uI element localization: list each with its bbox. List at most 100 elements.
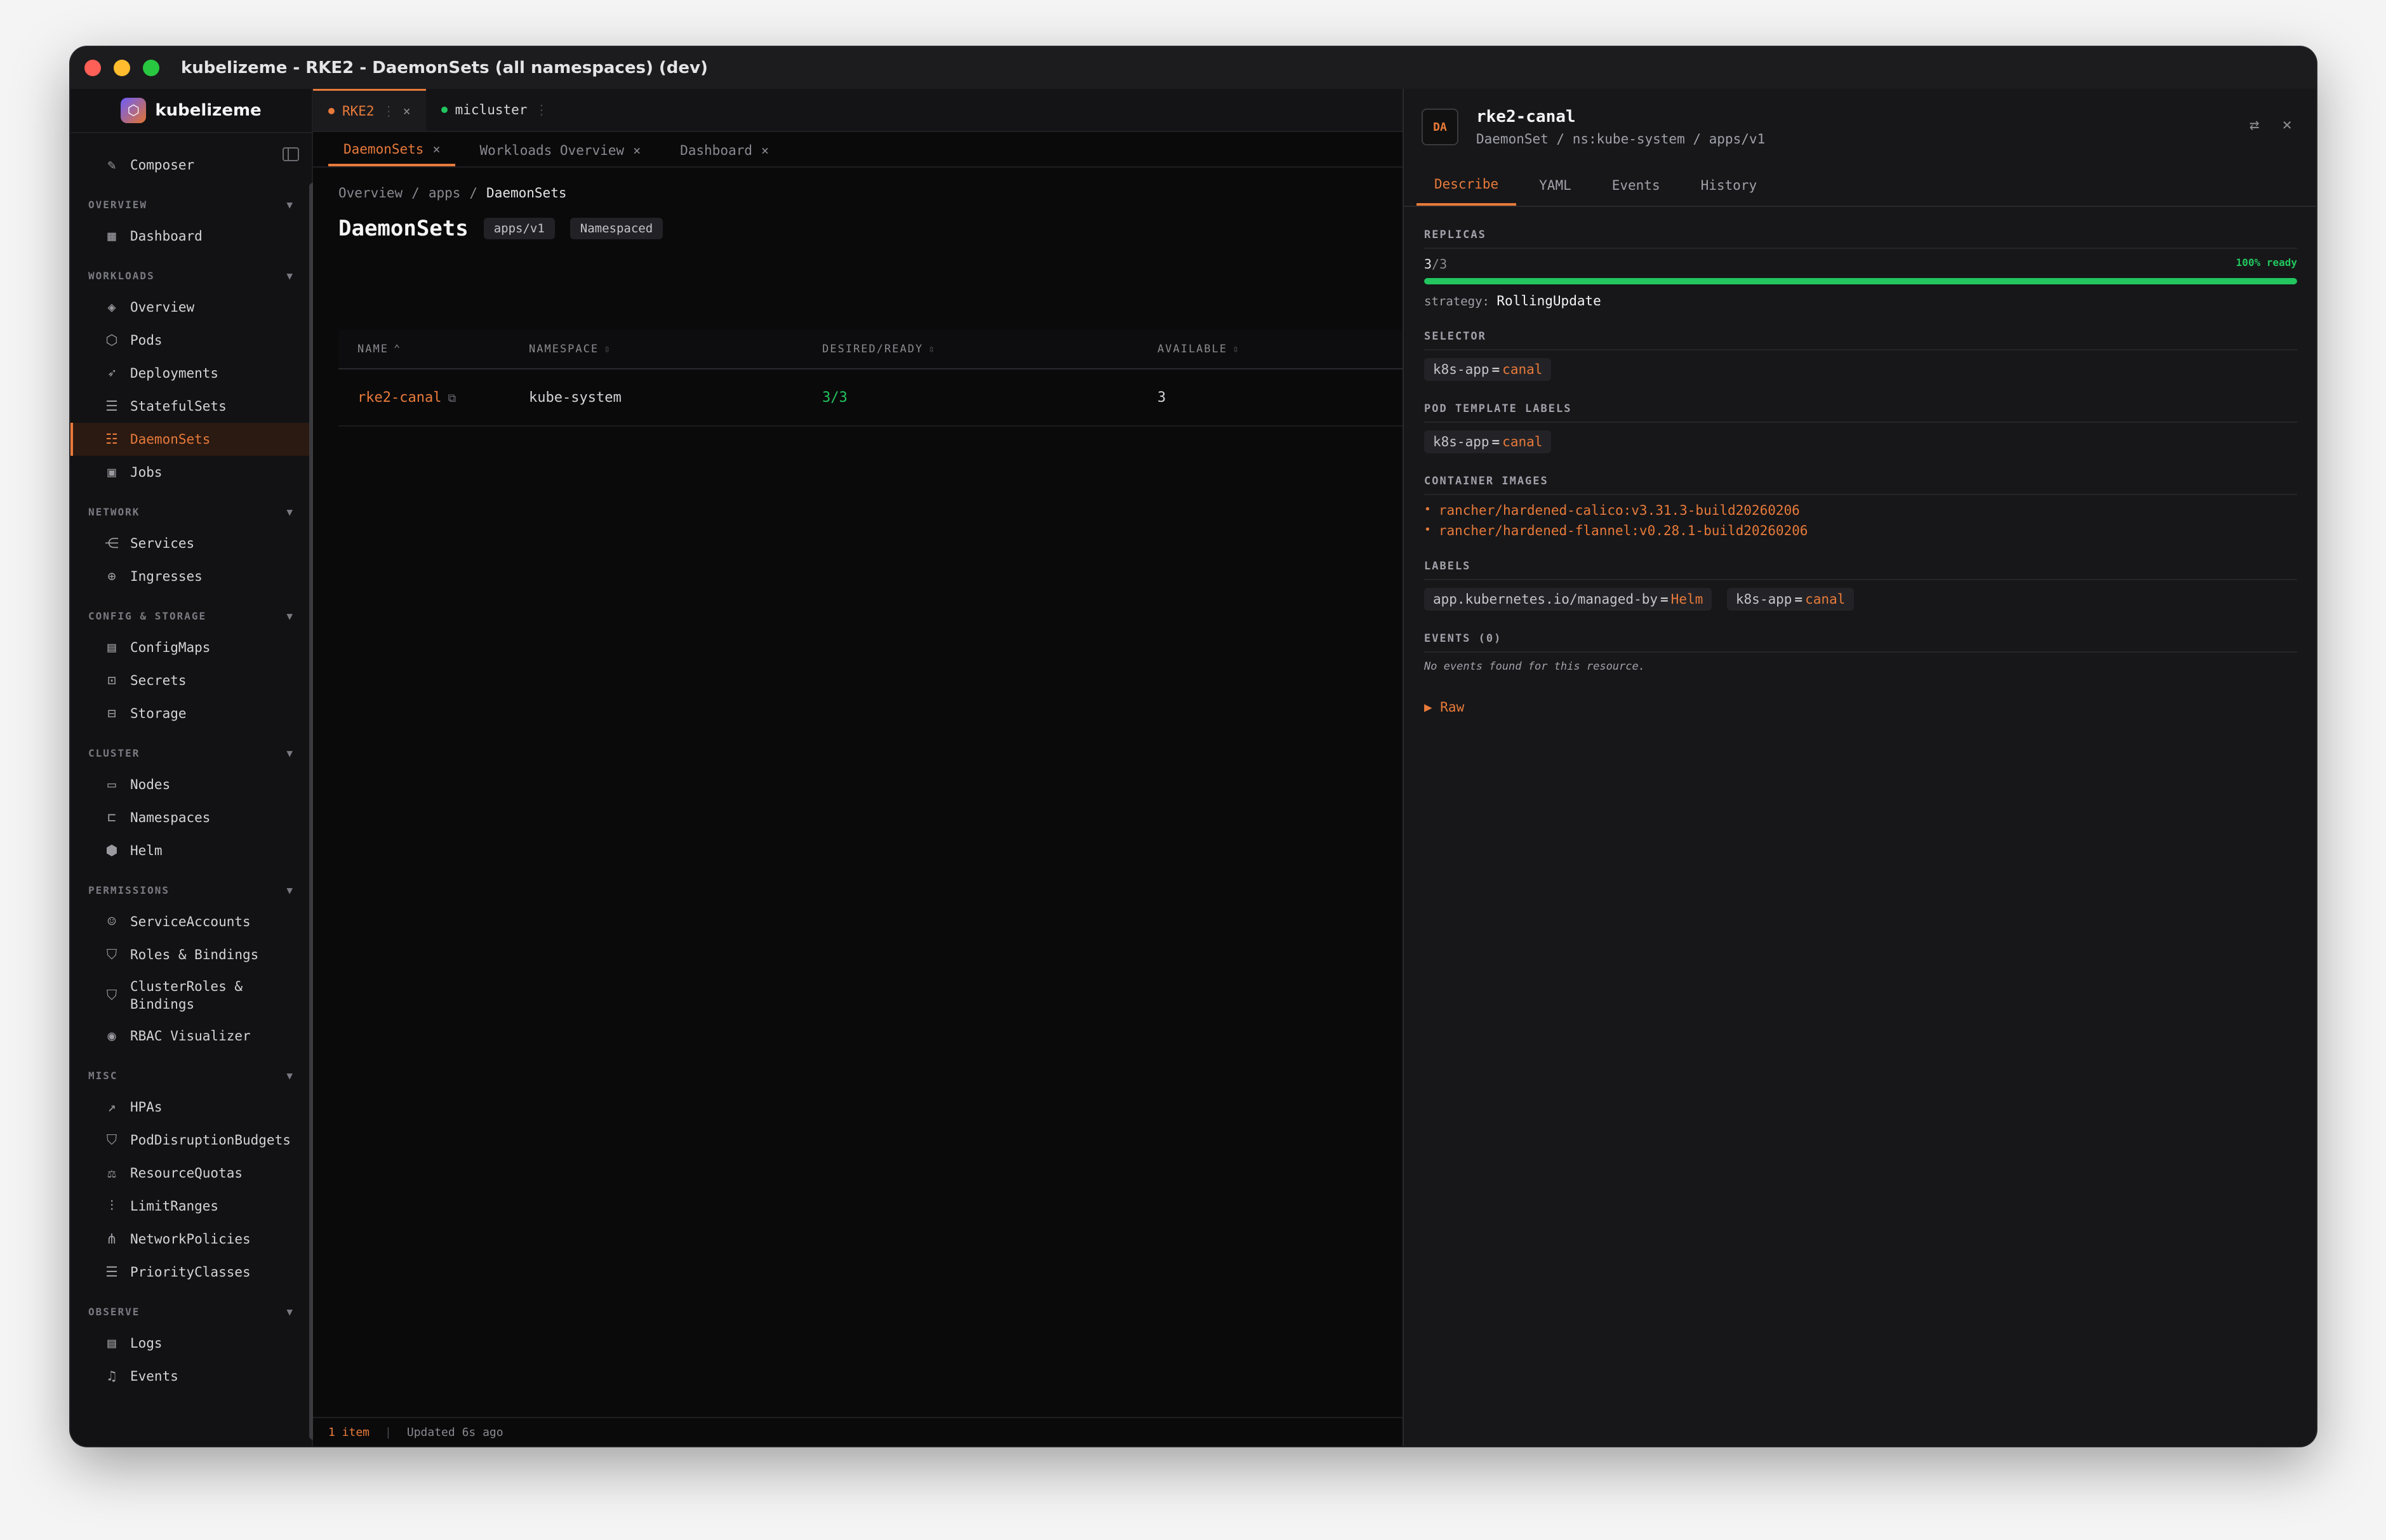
- sidebar-section-header[interactable]: CONFIG & STORAGE ▼: [70, 593, 312, 631]
- sidebar-item-clusterroles-bindings[interactable]: ⛉ ClusterRoles & Bindings: [70, 971, 312, 1019]
- resource-name-link[interactable]: rke2-canal: [357, 390, 441, 406]
- label-key: k8s-app: [1433, 362, 1490, 377]
- raw-toggle[interactable]: ▶ Raw: [1424, 700, 2297, 715]
- sidebar-item-configmaps[interactable]: ▤ ConfigMaps: [70, 631, 312, 664]
- sidebar-item-events[interactable]: ♫ Events: [70, 1360, 312, 1393]
- chevron-down-icon[interactable]: ▼: [286, 747, 294, 759]
- sidebar-item-hpas[interactable]: ↗ HPAs: [70, 1091, 312, 1124]
- sidebar-item-statefulsets[interactable]: ☰ StatefulSets: [70, 390, 312, 423]
- lock-icon: ⊡: [107, 672, 116, 689]
- chevron-down-icon[interactable]: ▼: [286, 506, 294, 518]
- tab-events[interactable]: Events: [1594, 165, 1678, 206]
- sidebar-item-poddisruptionbudgets[interactable]: ⛉ PodDisruptionBudgets: [70, 1124, 312, 1157]
- chevron-down-icon[interactable]: ▼: [286, 199, 294, 211]
- tab-history[interactable]: History: [1683, 165, 1775, 206]
- sidebar-section-header[interactable]: MISC ▼: [70, 1052, 312, 1091]
- chevron-down-icon[interactable]: ▼: [286, 610, 294, 622]
- page-header: DaemonSets apps/v1 Namespaced: [338, 216, 1472, 241]
- sidebar-item-pods[interactable]: ⬡ Pods: [70, 324, 312, 357]
- sidebar-item-namespaces[interactable]: ⊏ Namespaces: [70, 801, 312, 834]
- monitor-icon: ▭: [107, 776, 116, 793]
- sidebar-item-priorityclasses[interactable]: ☰ PriorityClasses: [70, 1256, 312, 1289]
- label-chip: k8s-app = canal: [1726, 588, 1855, 611]
- strategy-row: strategy: RollingUpdate: [1424, 293, 2297, 309]
- sidebar-section-header[interactable]: OBSERVE ▼: [70, 1289, 312, 1327]
- detail-header: DA rke2-canal DaemonSet / ns:kube-system…: [1404, 89, 2316, 165]
- column-header-available[interactable]: AVAILABLE ⇳: [1157, 343, 1348, 355]
- copy-icon[interactable]: ⧉: [448, 392, 456, 405]
- sidebar-item-composer[interactable]: ✎ Composer: [70, 149, 312, 182]
- sidebar-item-rbac-visualizer[interactable]: ◉ RBAC Visualizer: [70, 1019, 312, 1052]
- sidebar-item-dashboard[interactable]: ▦ Dashboard: [70, 220, 312, 253]
- sort-asc-icon: ⌃: [393, 343, 402, 355]
- sidebar-item-ingresses[interactable]: ⊕ Ingresses: [70, 560, 312, 593]
- layers-icon: ◈: [107, 299, 116, 315]
- minimize-window-button[interactable]: [114, 60, 130, 76]
- sidebar-item-networkpolicies[interactable]: ⋔ NetworkPolicies: [70, 1223, 312, 1256]
- user-icon: ☺: [107, 913, 116, 930]
- replicas-progress-fill: [1424, 278, 2297, 284]
- view-tab-label: Workloads Overview: [479, 143, 625, 158]
- strategy-value: RollingUpdate: [1496, 293, 1601, 309]
- sidebar-item-logs[interactable]: ▤ Logs: [70, 1327, 312, 1360]
- breadcrumb-item[interactable]: Overview: [338, 185, 403, 201]
- sidebar-section-header[interactable]: CLUSTER ▼: [70, 730, 312, 768]
- title-bar: kubelizeme - RKE2 - DaemonSets (all name…: [70, 47, 2316, 90]
- sidebar-item-overview[interactable]: ◈ Overview: [70, 291, 312, 324]
- view-tab-dashboard[interactable]: Dashboard ×: [665, 135, 784, 166]
- tab-separator: ⋮: [382, 103, 396, 119]
- view-tab-daemonsets[interactable]: DaemonSets ×: [328, 135, 456, 166]
- sort-icon: ⇳: [604, 343, 612, 355]
- close-icon[interactable]: ×: [761, 143, 769, 158]
- sidebar-item-helm[interactable]: ⬢ Helm: [70, 834, 312, 867]
- chevron-down-icon[interactable]: ▼: [286, 1070, 294, 1082]
- network-icon: ⋔: [105, 1231, 118, 1247]
- close-window-button[interactable]: [84, 60, 101, 76]
- replicas-row: 3/3 100% ready: [1424, 256, 2297, 272]
- close-icon[interactable]: ×: [403, 103, 411, 119]
- chevron-down-icon[interactable]: ▼: [286, 884, 294, 896]
- replicas-total: /3: [1432, 256, 1448, 272]
- column-header-name[interactable]: NAME ⌃: [338, 343, 529, 355]
- sidebar-item-services[interactable]: ⋲ Services: [70, 527, 312, 560]
- column-header-namespace[interactable]: NAMESPACE ⇳: [529, 343, 822, 355]
- sidebar-section-title: MISC: [88, 1070, 118, 1082]
- close-icon[interactable]: ×: [2282, 116, 2292, 135]
- scope-badge: Namespaced: [570, 218, 663, 239]
- chevron-down-icon[interactable]: ▼: [286, 1306, 294, 1318]
- zoom-window-button[interactable]: [143, 60, 159, 76]
- view-tab-workloads-overview[interactable]: Workloads Overview ×: [464, 135, 656, 166]
- column-header-desired-ready[interactable]: DESIRED/READY ⇳: [822, 343, 1157, 355]
- compare-icon[interactable]: ⇄: [2249, 116, 2260, 135]
- sidebar-section-header[interactable]: NETWORK ▼: [70, 489, 312, 527]
- sidebar-item-daemonsets[interactable]: ☷ DaemonSets: [70, 423, 312, 456]
- sidebar-item-resourcequotas[interactable]: ⚖ ResourceQuotas: [70, 1157, 312, 1190]
- sidebar-item-label: Composer: [130, 157, 195, 173]
- context-tab-rke2[interactable]: RKE2 ⋮ ×: [313, 89, 426, 131]
- tab-describe[interactable]: Describe: [1416, 165, 1517, 206]
- sidebar-item-deployments[interactable]: ➶ Deployments: [70, 357, 312, 390]
- list-ordered-icon: ☰: [105, 1264, 118, 1280]
- close-icon[interactable]: ×: [432, 142, 440, 157]
- sidebar-item-nodes[interactable]: ▭ Nodes: [70, 768, 312, 801]
- close-icon[interactable]: ×: [633, 143, 641, 158]
- sidebar-item-secrets[interactable]: ⊡ Secrets: [70, 664, 312, 697]
- sidebar-section-header[interactable]: OVERVIEW ▼: [70, 182, 312, 220]
- context-tab-micluster[interactable]: micluster ⋮: [426, 89, 564, 131]
- sidebar-item-serviceaccounts[interactable]: ☺ ServiceAccounts: [70, 905, 312, 938]
- sidebar-section-header[interactable]: WORKLOADS ▼: [70, 253, 312, 291]
- sort-icon: ⇳: [1232, 343, 1241, 355]
- sidebar-item-limitranges[interactable]: ⫶ LimitRanges: [70, 1190, 312, 1223]
- brand-name: kubelizeme: [155, 101, 262, 120]
- sidebar: ⬡ kubelizeme ✎ Composer OVERVIEW ▼ ▦ Dashbo…: [70, 89, 317, 1446]
- tab-yaml[interactable]: YAML: [1521, 165, 1589, 206]
- sidebar-item-storage[interactable]: ⊟ Storage: [70, 697, 312, 730]
- chevron-down-icon[interactable]: ▼: [286, 270, 294, 282]
- sidebar-item-label: ConfigMaps: [130, 640, 211, 655]
- breadcrumb-item[interactable]: apps: [429, 185, 461, 201]
- sidebar-section-header[interactable]: PERMISSIONS ▼: [70, 867, 312, 905]
- sidebar-item-jobs[interactable]: ▣ Jobs: [70, 456, 312, 489]
- table-row[interactable]: rke2-canal ⧉ kube-system 3/3 3: [338, 369, 1472, 427]
- sidebar-item-roles-bindings[interactable]: ⛉ Roles & Bindings: [70, 938, 312, 971]
- sidebar-item-label: Roles & Bindings: [130, 947, 259, 962]
